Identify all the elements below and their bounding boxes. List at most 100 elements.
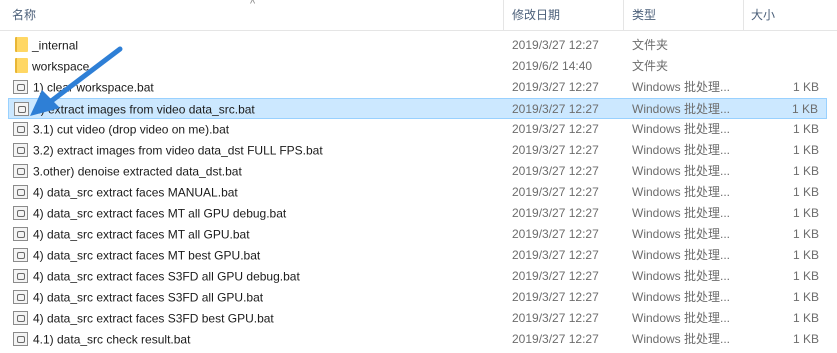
file-row[interactable]: 4) data_src extract faces S3FD all GPU d…	[0, 266, 837, 287]
file-date: 2019/3/27 12:27	[512, 185, 599, 199]
file-date: 2019/3/27 12:27	[512, 80, 599, 94]
file-row[interactable]: 4) data_src extract faces MANUAL.bat 2019…	[0, 182, 837, 203]
file-size: 1 KB	[792, 248, 819, 262]
file-row[interactable]: 4) data_src extract faces S3FD best GPU.…	[0, 308, 837, 329]
batch-file-icon	[13, 310, 28, 325]
file-name-cell: 3.2) extract images from video data_dst …	[13, 140, 493, 161]
file-type: Windows 批处理...	[632, 206, 731, 220]
file-row[interactable]: 4) data_src extract faces MT best GPU.ba…	[0, 245, 837, 266]
file-date: 2019/6/2 14:40	[512, 59, 593, 73]
file-size: 1 KB	[792, 143, 819, 157]
file-type: Windows 批处理...	[632, 164, 731, 178]
batch-file-icon	[13, 289, 28, 304]
file-name: 4) data_src extract faces MANUAL.bat	[33, 185, 238, 200]
file-size: 1 KB	[792, 311, 819, 325]
file-name-cell: 4) data_src extract faces MT all GPU deb…	[13, 203, 493, 224]
file-name-cell: 1) clear workspace.bat	[13, 77, 493, 98]
batch-file-icon	[13, 331, 28, 346]
file-name: 4) data_src extract faces MT all GPU deb…	[33, 206, 287, 221]
file-name: workspace	[32, 59, 90, 74]
file-name: 3.2) extract images from video data_dst …	[33, 143, 323, 158]
file-type: Windows 批处理...	[632, 248, 731, 262]
file-type: Windows 批处理...	[632, 122, 731, 136]
file-name: 3.1) cut video (drop video on me).bat	[33, 122, 230, 137]
file-size: 1 KB	[792, 290, 819, 304]
folder-icon	[15, 58, 28, 74]
folder-icon	[15, 37, 28, 53]
file-date: 2019/3/27 12:27	[512, 311, 599, 325]
batch-file-icon	[13, 247, 28, 262]
file-name: 2) extract images from video data_src.ba…	[34, 102, 255, 117]
file-size: 1 KB	[792, 80, 819, 94]
file-size: 1 KB	[791, 102, 818, 116]
batch-file-icon	[14, 101, 29, 116]
file-date: 2019/3/27 12:27	[512, 332, 599, 346]
file-row[interactable]: 1) clear workspace.bat 2019/3/27 12:27 Win…	[0, 77, 837, 98]
file-type: Windows 批处理...	[632, 227, 731, 241]
file-row[interactable]: workspace 2019/6/2 14:40 文件夹	[0, 56, 837, 77]
batch-file-icon	[13, 226, 28, 241]
file-date: 2019/3/27 12:27	[512, 143, 599, 157]
file-row[interactable]: 4) data_src extract faces MT all GPU.bat…	[0, 224, 837, 245]
file-size: 1 KB	[792, 227, 819, 241]
file-name: 1) clear workspace.bat	[33, 80, 154, 95]
batch-file-icon	[13, 268, 28, 283]
file-name-cell: workspace	[13, 56, 493, 77]
file-date: 2019/3/27 12:27	[512, 38, 599, 52]
file-name: 4) data_src extract faces S3FD all GPU.b…	[33, 290, 264, 305]
file-type: Windows 批处理...	[632, 143, 731, 157]
file-name-cell: 3.other) denoise extracted data_dst.bat	[13, 161, 493, 182]
file-size: 1 KB	[792, 332, 819, 346]
column-header-size[interactable]: 大小	[743, 0, 837, 30]
file-date: 2019/3/27 12:27	[512, 227, 599, 241]
column-header-date[interactable]: 修改日期	[503, 0, 623, 30]
batch-file-icon	[13, 142, 28, 157]
file-name: 4) data_src extract faces S3FD all GPU d…	[33, 269, 300, 284]
file-size: 1 KB	[792, 164, 819, 178]
file-date: 2019/3/27 12:27	[512, 102, 599, 116]
file-row[interactable]: 4) data_src extract faces S3FD all GPU.b…	[0, 287, 837, 308]
file-name: 4) data_src extract faces S3FD best GPU.…	[33, 311, 274, 326]
file-type: 文件夹	[632, 59, 669, 73]
file-date: 2019/3/27 12:27	[512, 248, 599, 262]
file-name-cell: 2) extract images from video data_src.ba…	[14, 99, 494, 120]
file-row[interactable]: 4.1) data_src check result.bat 2019/3/27 …	[0, 329, 837, 350]
file-size: 1 KB	[792, 269, 819, 283]
file-row[interactable]: _internal 2019/3/27 12:27 文件夹	[0, 35, 837, 56]
file-list: _internal 2019/3/27 12:27 文件夹 workspace 2019…	[0, 35, 837, 350]
file-name: _internal	[32, 38, 79, 53]
column-header-type[interactable]: 类型	[623, 0, 743, 30]
file-name-cell: 4) data_src extract faces S3FD best GPU.…	[13, 308, 493, 329]
file-name-cell: 4) data_src extract faces S3FD all GPU d…	[13, 266, 493, 287]
file-date: 2019/3/27 12:27	[512, 206, 599, 220]
file-row[interactable]: 2) extract images from video data_src.ba…	[8, 98, 827, 119]
file-name-cell: 4) data_src extract faces MT best GPU.ba…	[13, 245, 493, 266]
file-name-cell: 4) data_src extract faces MANUAL.bat	[13, 182, 493, 203]
file-name-cell: 4) data_src extract faces S3FD all GPU.b…	[13, 287, 493, 308]
file-type: Windows 批处理...	[632, 332, 731, 346]
file-name-cell: 4) data_src extract faces MT all GPU.bat	[13, 224, 493, 245]
file-row[interactable]: 3.other) denoise extracted data_dst.bat 2…	[0, 161, 837, 182]
batch-file-icon	[13, 79, 28, 94]
file-type: Windows 批处理...	[632, 290, 731, 304]
file-name-cell: 4.1) data_src check result.bat	[13, 329, 493, 350]
file-size: 1 KB	[792, 185, 819, 199]
batch-file-icon	[13, 121, 28, 136]
file-type: Windows 批处理...	[632, 311, 731, 325]
file-type: Windows 批处理...	[632, 269, 731, 283]
file-name: 4) data_src extract faces MT best GPU.ba…	[33, 248, 261, 263]
column-header-bar: 名称 ^ 修改日期 类型 大小	[0, 0, 837, 31]
file-type: 文件夹	[632, 38, 669, 52]
batch-file-icon	[13, 184, 28, 199]
file-date: 2019/3/27 12:27	[512, 122, 599, 136]
file-name-cell: 3.1) cut video (drop video on me).bat	[13, 119, 493, 140]
file-date: 2019/3/27 12:27	[512, 290, 599, 304]
file-name-cell: _internal	[13, 35, 493, 56]
file-row[interactable]: 3.2) extract images from video data_dst …	[0, 140, 837, 161]
file-row[interactable]: 4) data_src extract faces MT all GPU deb…	[0, 203, 837, 224]
file-type: Windows 批处理...	[632, 185, 731, 199]
file-row[interactable]: 3.1) cut video (drop video on me).bat 201…	[0, 119, 837, 140]
file-size: 1 KB	[792, 206, 819, 220]
file-name: 4.1) data_src check result.bat	[33, 332, 191, 347]
file-date: 2019/3/27 12:27	[512, 164, 599, 178]
